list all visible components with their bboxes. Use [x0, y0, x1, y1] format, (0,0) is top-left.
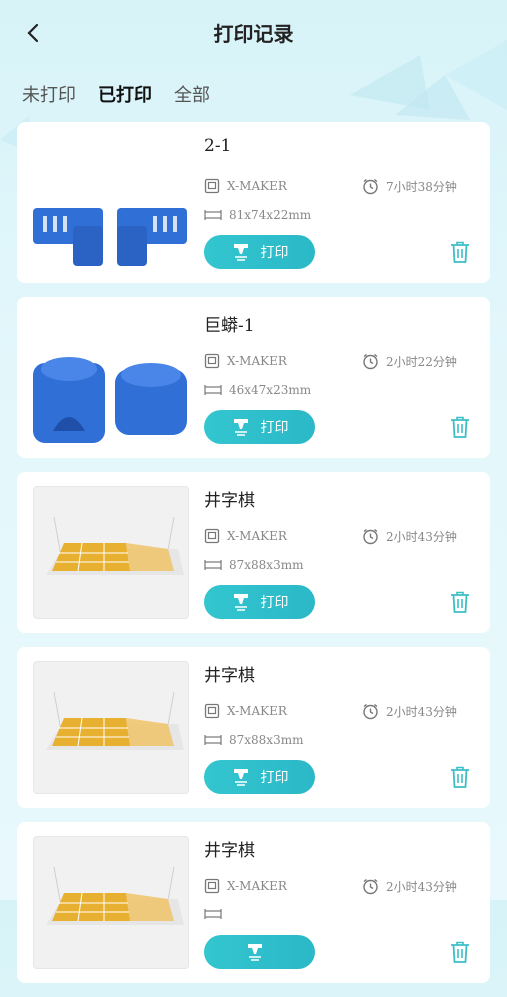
printer-icon — [204, 353, 220, 369]
delete-button[interactable] — [447, 239, 473, 265]
printer-info: X-MAKER — [204, 528, 287, 544]
ruler-icon — [204, 735, 222, 745]
header: 打印记录 — [0, 0, 507, 66]
dimensions-info — [204, 908, 229, 920]
record-card[interactable]: 井字棋 X-MAKER 87x88x3mm 2小时43分钟 打印 — [17, 647, 490, 808]
trash-icon — [451, 591, 469, 613]
printer-info: X-MAKER — [204, 178, 287, 194]
print-nozzle-icon — [247, 944, 262, 961]
print-nozzle-icon — [233, 769, 248, 786]
trash-icon — [451, 416, 469, 438]
record-card[interactable]: 井字棋 X-MAKER 2小时43分钟 — [17, 822, 490, 983]
print-time-info: 7小时38分钟 — [362, 178, 457, 195]
page-title: 打印记录 — [213, 22, 294, 46]
printer-icon — [204, 178, 220, 194]
print-button-label: 打印 — [260, 245, 289, 261]
tab-unprinted[interactable]: 未打印 — [22, 81, 76, 107]
record-card[interactable]: 2-1 X-MAKER 81x74x22mm 7小时38分钟 打印 — [17, 122, 490, 283]
record-name: 井字棋 — [204, 841, 255, 861]
printer-name: X-MAKER — [227, 529, 287, 543]
ruler-icon — [204, 385, 222, 395]
dimensions-text: 81x74x22mm — [229, 208, 312, 222]
print-button[interactable]: 打印 — [204, 760, 315, 794]
print-button[interactable]: 打印 — [204, 235, 315, 269]
print-time-info: 2小时43分钟 — [362, 878, 457, 895]
printer-icon — [204, 703, 220, 719]
ruler-icon — [204, 909, 222, 919]
print-time-text: 7小时38分钟 — [386, 180, 457, 194]
printer-info: X-MAKER — [204, 353, 287, 369]
record-name: 井字棋 — [204, 491, 255, 511]
record-card[interactable]: 井字棋 X-MAKER 87x88x3mm 2小时43分钟 打印 — [17, 472, 490, 633]
printer-name: X-MAKER — [227, 179, 287, 193]
dimensions-text: 46x47x23mm — [229, 383, 312, 397]
delete-button[interactable] — [447, 764, 473, 790]
clock-icon — [363, 878, 378, 895]
dimensions-text: 87x88x3mm — [229, 733, 304, 747]
printer-info: X-MAKER — [204, 703, 287, 719]
record-card[interactable]: 巨蟒-1 X-MAKER 46x47x23mm 2小时22分钟 打印 — [17, 297, 490, 458]
record-name: 巨蟒-1 — [204, 316, 255, 336]
dimensions-info: 46x47x23mm — [204, 383, 311, 397]
print-time-info: 2小时43分钟 — [362, 528, 457, 545]
print-time-text: 2小时43分钟 — [386, 705, 457, 719]
print-button[interactable] — [204, 935, 315, 969]
tab-all[interactable]: 全部 — [174, 81, 210, 107]
print-time-info: 2小时43分钟 — [362, 703, 457, 720]
delete-button[interactable] — [447, 589, 473, 615]
printer-name: X-MAKER — [227, 879, 287, 893]
dimensions-info: 81x74x22mm — [204, 208, 311, 222]
print-time-info: 2小时22分钟 — [362, 353, 457, 370]
dimensions-info: 87x88x3mm — [204, 733, 303, 747]
ruler-icon — [204, 210, 222, 220]
dimensions-text: 87x88x3mm — [229, 558, 304, 572]
clock-icon — [363, 353, 378, 370]
printer-icon — [204, 528, 220, 544]
model-thumbnail — [33, 311, 189, 444]
record-name: 井字棋 — [204, 666, 255, 686]
tab-printed[interactable]: 已打印 — [98, 81, 152, 107]
print-time-text: 2小时43分钟 — [386, 880, 457, 894]
ruler-icon — [204, 560, 222, 570]
printer-name: X-MAKER — [227, 354, 287, 368]
clock-icon — [363, 703, 378, 720]
printer-info: X-MAKER — [204, 878, 287, 894]
print-time-text: 2小时43分钟 — [386, 530, 457, 544]
print-button-label: 打印 — [260, 770, 289, 786]
model-thumbnail — [33, 661, 189, 794]
model-thumbnail — [33, 486, 189, 619]
delete-button[interactable] — [447, 414, 473, 440]
print-nozzle-icon — [233, 244, 248, 261]
trash-icon — [451, 766, 469, 788]
model-thumbnail — [33, 136, 189, 269]
printer-name: X-MAKER — [227, 704, 287, 718]
print-button-label: 打印 — [260, 420, 289, 436]
tab-bar: 未打印 已打印 全部 — [22, 80, 210, 108]
trash-icon — [451, 241, 469, 263]
model-thumbnail — [33, 836, 189, 969]
print-button[interactable]: 打印 — [204, 585, 315, 619]
trash-icon — [451, 941, 469, 963]
record-name: 2-1 — [204, 136, 232, 156]
print-button-label: 打印 — [260, 595, 289, 611]
record-list: 2-1 X-MAKER 81x74x22mm 7小时38分钟 打印 巨蟒-1 X… — [17, 122, 490, 997]
delete-button[interactable] — [447, 939, 473, 965]
print-time-text: 2小时22分钟 — [386, 355, 457, 369]
dimensions-info: 87x88x3mm — [204, 558, 303, 572]
print-nozzle-icon — [233, 594, 248, 611]
printer-icon — [204, 878, 220, 894]
print-nozzle-icon — [233, 419, 248, 436]
clock-icon — [363, 528, 378, 545]
clock-icon — [363, 178, 378, 195]
print-button[interactable]: 打印 — [204, 410, 315, 444]
